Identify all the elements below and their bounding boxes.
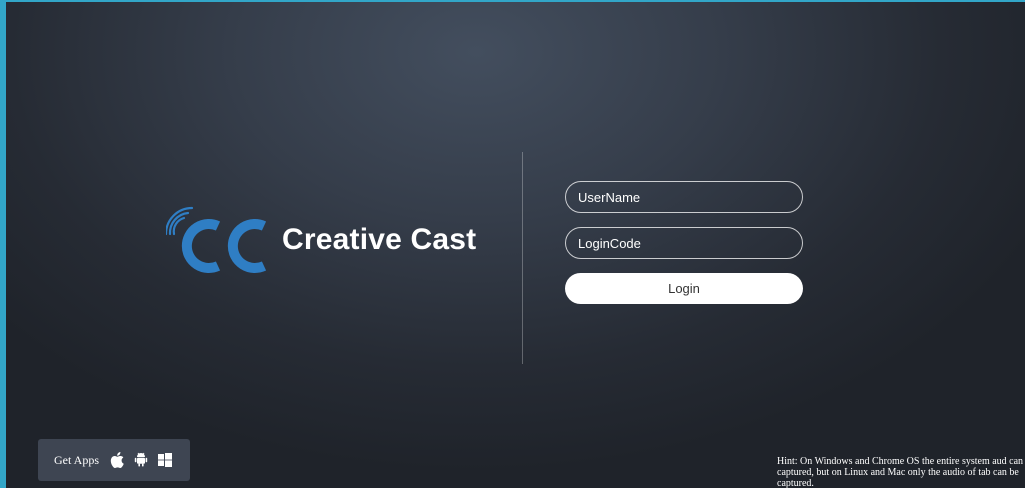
- login-button[interactable]: Login: [565, 273, 803, 304]
- hint-text: Hint: On Windows and Chrome OS the entir…: [777, 456, 1025, 488]
- apple-icon[interactable]: [109, 452, 125, 468]
- brand-name: Creative Cast: [282, 223, 477, 256]
- login-page: Creative Cast Login Get Apps: [0, 0, 1025, 488]
- get-apps-label: Get Apps: [54, 452, 99, 467]
- android-icon[interactable]: [133, 452, 149, 468]
- windows-icon[interactable]: [157, 452, 173, 468]
- brand-logo: Creative Cast: [166, 204, 476, 276]
- username-input[interactable]: [565, 181, 803, 213]
- get-apps-bar: Get Apps: [38, 439, 190, 481]
- cc-wifi-logo-icon: [166, 206, 267, 273]
- divider: [522, 152, 523, 364]
- logincode-input[interactable]: [565, 227, 803, 259]
